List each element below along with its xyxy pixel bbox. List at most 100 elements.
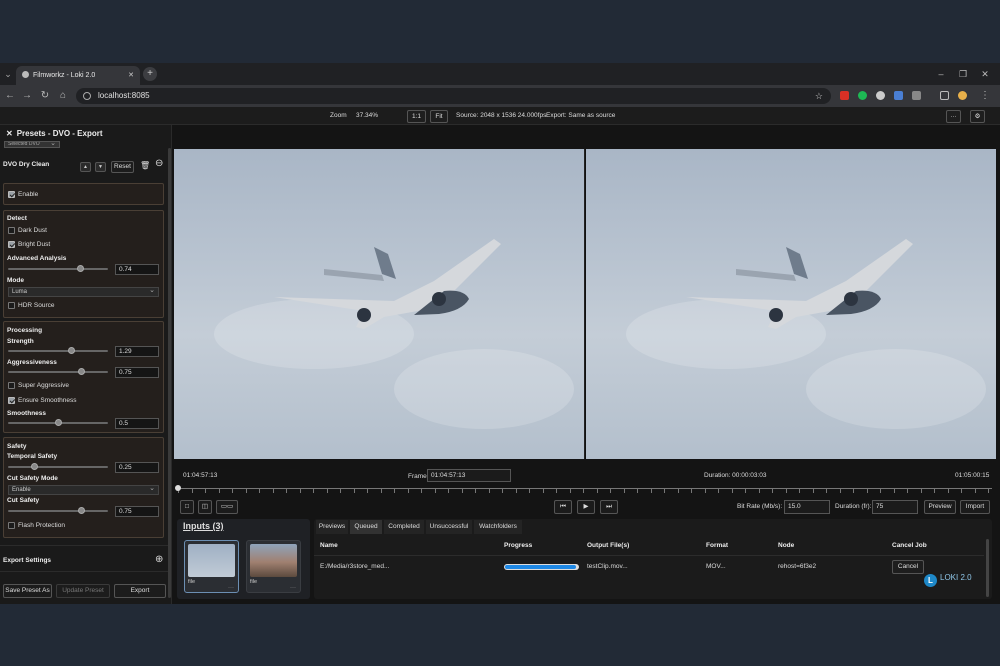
gear-icon[interactable]: ⚙ [970, 110, 985, 123]
flash-protection-checkbox[interactable] [8, 522, 15, 529]
tab-unsuccessful[interactable]: Unsuccessful [426, 520, 472, 534]
move-down-icon[interactable]: ▼ [95, 162, 106, 172]
split-divider[interactable] [584, 149, 585, 459]
tab-completed[interactable]: Completed [384, 520, 424, 534]
more-icon[interactable]: ··· [290, 585, 296, 591]
jobs-scrollbar[interactable] [986, 539, 989, 597]
panel-scrollbar[interactable] [168, 148, 171, 598]
cut-safety-mode-select[interactable]: Enable [8, 485, 159, 495]
zoom-1to1-button[interactable]: 1:1 [407, 110, 426, 123]
temporal-safety-slider[interactable] [8, 463, 108, 470]
save-preset-as-button[interactable]: Save Preset As [3, 584, 52, 598]
extension-red-icon[interactable] [840, 91, 849, 100]
import-button[interactable]: Import [960, 500, 990, 514]
cut-safety-slider[interactable] [8, 507, 108, 514]
forward-icon[interactable]: → [20, 85, 34, 107]
skip-forward-icon[interactable]: ⏭ [600, 500, 618, 514]
dark-dust-checkbox[interactable] [8, 227, 15, 234]
bitrate-input[interactable]: 15.0 [784, 500, 830, 514]
ruler-tick [245, 489, 247, 493]
hdr-source-checkbox[interactable] [8, 302, 15, 309]
browser-menu-icon[interactable]: ⋮ [978, 85, 992, 107]
browser-tab[interactable]: Filmworkz - Loki 2.0 ✕ [16, 66, 140, 85]
new-tab-button[interactable]: + [143, 67, 157, 81]
address-bar[interactable]: localhost:8085 ☆ [76, 88, 831, 104]
temporal-safety-input[interactable]: 0.25 [115, 462, 159, 473]
dark-dust-label: Dark Dust [18, 227, 47, 234]
timeline-ruler[interactable] [178, 488, 992, 494]
export-settings-label[interactable]: Export Settings [3, 557, 51, 564]
slider-knob[interactable] [77, 507, 85, 514]
ensure-smoothness-checkbox[interactable] [8, 397, 15, 404]
extension-green-icon[interactable] [858, 91, 867, 100]
zoom-fit-button[interactable]: Fit [430, 110, 448, 123]
ruler-tick [502, 489, 503, 493]
aggressiveness-input[interactable]: 0.75 [115, 367, 159, 378]
move-up-icon[interactable]: ▲ [80, 162, 91, 172]
slider-knob[interactable] [68, 347, 76, 354]
back-icon[interactable]: ← [3, 85, 17, 107]
input-thumbnail[interactable]: file ··· [246, 540, 301, 593]
collapse-icon[interactable]: ⊖ [155, 158, 163, 169]
expand-icon[interactable]: ⊕ [155, 554, 163, 565]
super-aggressive-checkbox[interactable] [8, 382, 15, 389]
update-preset-button[interactable]: Update Preset [56, 584, 110, 598]
col-node: Node [778, 542, 795, 549]
export-button[interactable]: Export [114, 584, 166, 598]
bright-dust-checkbox[interactable] [8, 241, 15, 248]
divider [0, 545, 168, 546]
preview-button[interactable]: Preview [924, 500, 956, 514]
skip-back-icon[interactable]: ⏮ [554, 500, 572, 514]
more-options-button[interactable]: ··· [946, 110, 961, 123]
slider-knob[interactable] [54, 419, 62, 426]
extension-blue-icon[interactable] [894, 91, 903, 100]
bookmark-star-icon[interactable]: ☆ [815, 88, 823, 104]
inputs-title[interactable]: Inputs (3) [183, 521, 224, 531]
extensions-puzzle-icon[interactable] [912, 91, 921, 100]
tab-queued[interactable]: Queued [350, 520, 382, 534]
strength-slider[interactable] [8, 347, 108, 354]
slider-knob[interactable] [76, 265, 84, 272]
close-window-icon[interactable]: ✕ [974, 63, 996, 85]
tab-previews[interactable]: Previews [316, 520, 348, 534]
maximize-icon[interactable]: ❐ [952, 63, 974, 85]
cancel-job-button[interactable]: Cancel [892, 560, 924, 574]
ruler-tick [299, 489, 301, 493]
split-view-icon[interactable]: ◫ [198, 500, 212, 514]
single-view-icon[interactable]: □ [180, 500, 194, 514]
aggressiveness-slider[interactable] [8, 368, 108, 375]
playhead-handle[interactable] [175, 485, 181, 491]
tab-watchfolders[interactable]: Watchfolders [474, 520, 522, 534]
trash-icon[interactable]: 🗑 [140, 161, 150, 170]
frame-input[interactable]: 01:04:57:13 [427, 469, 511, 482]
side-panel-icon[interactable] [940, 91, 949, 100]
smoothness-slider[interactable] [8, 419, 108, 426]
home-icon[interactable]: ⌂ [56, 85, 70, 107]
strength-input[interactable]: 1.29 [115, 346, 159, 357]
ruler-tick [326, 489, 328, 493]
smoothness-input[interactable]: 0.5 [115, 418, 159, 429]
tab-search-icon[interactable]: ⌄ [2, 63, 14, 85]
side-by-side-icon[interactable]: ▭▭ [216, 500, 238, 514]
close-icon[interactable]: ✕ [6, 129, 13, 138]
advanced-analysis-slider[interactable] [8, 265, 108, 272]
enable-checkbox[interactable] [8, 191, 15, 198]
slider-knob[interactable] [31, 463, 39, 470]
profile-avatar-icon[interactable] [958, 91, 967, 100]
extension-circle-icon[interactable] [876, 91, 885, 100]
advanced-analysis-input[interactable]: 0.74 [115, 264, 159, 275]
site-info-icon[interactable] [83, 92, 91, 100]
input-thumbnail[interactable]: file ··· [184, 540, 239, 593]
more-icon[interactable]: ··· [228, 585, 234, 591]
preset-select[interactable]: Selected DVO [4, 141, 60, 148]
duration-input[interactable]: 75 [872, 500, 918, 514]
play-icon[interactable]: ▶ [577, 500, 595, 514]
reload-icon[interactable]: ↻ [38, 85, 52, 107]
minimize-icon[interactable]: – [930, 63, 952, 85]
slider-knob[interactable] [77, 368, 85, 375]
mode-select[interactable]: Luma [8, 287, 159, 297]
close-tab-icon[interactable]: ✕ [128, 66, 134, 85]
reset-button[interactable]: Reset [111, 161, 134, 173]
export-info: Export: Same as source [546, 112, 616, 119]
cut-safety-input[interactable]: 0.75 [115, 506, 159, 517]
